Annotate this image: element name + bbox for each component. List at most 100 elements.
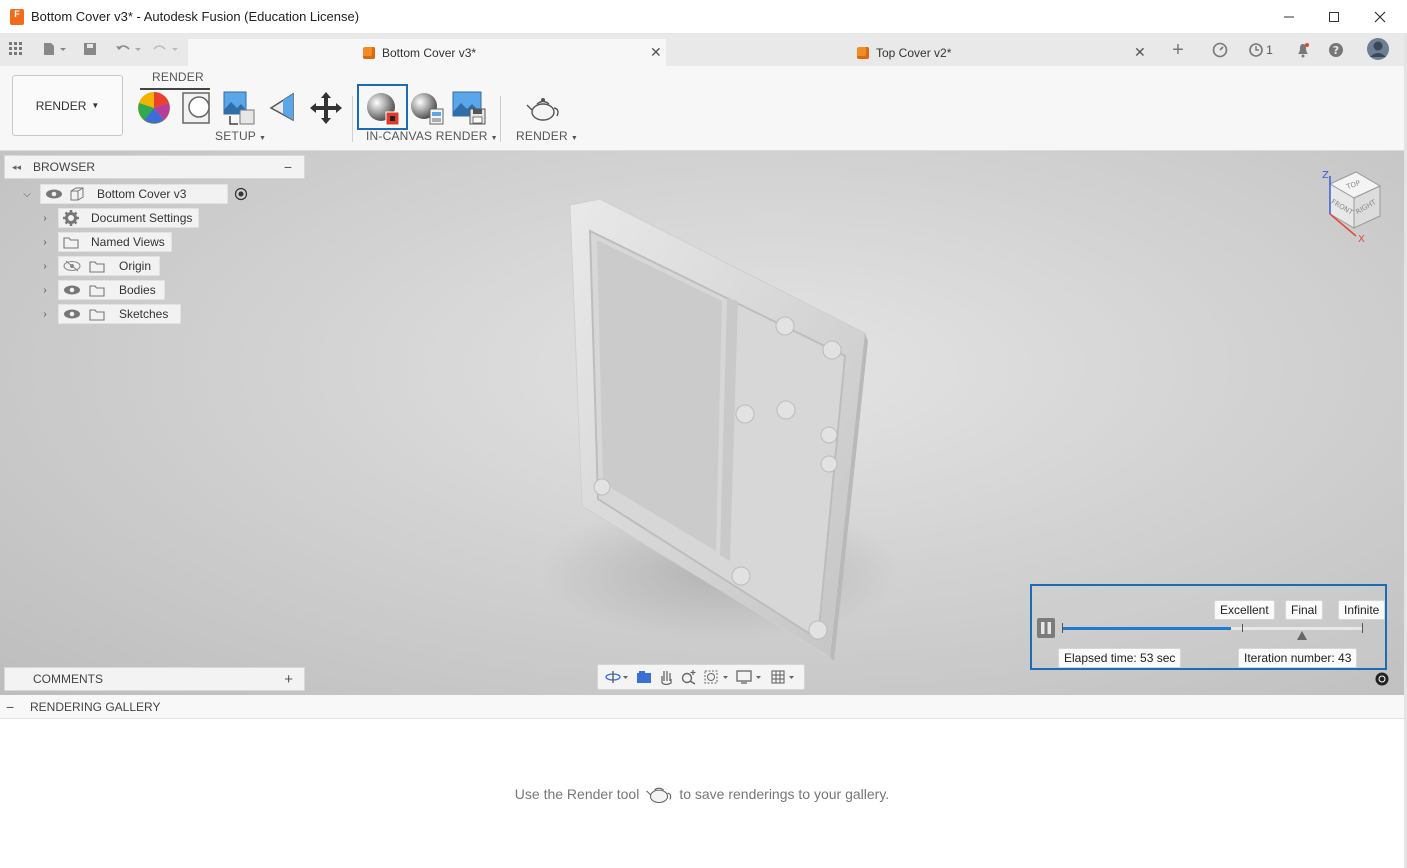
file-menu-button[interactable]	[41, 40, 69, 58]
extensions-button[interactable]	[1211, 41, 1229, 59]
toolbar-separator	[352, 96, 353, 142]
folder-icon	[89, 308, 105, 321]
physical-material-icon[interactable]	[179, 90, 215, 126]
tab-label: Bottom Cover v3*	[382, 46, 477, 60]
in-canvas-render-settings-icon[interactable]	[409, 90, 445, 126]
workspace-switcher[interactable]: RENDER ▼	[12, 75, 123, 136]
quality-marker-excellent: Excellent	[1214, 600, 1275, 620]
quality-marker-infinite: Infinite	[1338, 600, 1386, 620]
browser-root-row[interactable]: ⌵ Bottom Cover v3	[20, 184, 248, 204]
folder-icon	[63, 236, 79, 249]
data-panel-button[interactable]	[8, 40, 24, 58]
gallery-message-before: Use the Render tool	[514, 786, 640, 802]
render-progress-track[interactable]	[1063, 627, 1363, 630]
user-profile-button[interactable]	[1366, 37, 1390, 61]
redo-button[interactable]	[151, 40, 181, 58]
browser-item-sketches[interactable]: › Sketches	[40, 304, 182, 324]
job-status-button[interactable]: 1	[1246, 41, 1276, 59]
close-window-button[interactable]	[1357, 0, 1403, 34]
collapse-browser-icon[interactable]: ◂◂	[12, 162, 21, 173]
comments-panel-header[interactable]: COMMENTS +	[4, 667, 305, 691]
eye-icon[interactable]	[63, 284, 81, 296]
fit-window-icon[interactable]	[704, 669, 730, 685]
add-comment-button[interactable]: +	[284, 671, 293, 688]
save-button[interactable]	[82, 40, 98, 58]
undo-button[interactable]	[114, 40, 144, 58]
appearance-icon[interactable]	[136, 90, 172, 126]
tab-label: Top Cover v2*	[876, 46, 952, 60]
chevron-down-icon[interactable]: ⌵	[22, 189, 32, 200]
plus-icon: +	[1172, 38, 1184, 61]
browser-root-item[interactable]: Bottom Cover v3	[40, 184, 228, 204]
in-canvas-render-button[interactable]	[357, 84, 408, 130]
activate-radio-icon[interactable]	[234, 187, 248, 201]
eye-icon[interactable]	[63, 308, 81, 320]
browser-item-bodies[interactable]: › Bodies	[40, 280, 165, 300]
render-status-icon[interactable]	[1375, 672, 1389, 686]
viewcube[interactable]: TOP FRONT RIGHT Z X	[1318, 166, 1386, 244]
browser-chip[interactable]: Origin	[58, 256, 161, 276]
render-group-label[interactable]: RENDER ▼	[516, 129, 578, 143]
gallery-message-after: to save renderings to your gallery.	[679, 786, 890, 802]
minimize-panel-button[interactable]: −	[284, 159, 292, 175]
toolbar-tab-render[interactable]: RENDER	[152, 70, 204, 84]
browser-title: BROWSER	[33, 160, 96, 174]
job-count: 1	[1266, 43, 1273, 57]
clock-icon	[1212, 42, 1228, 58]
zoom-icon[interactable]	[681, 669, 697, 685]
grid-settings-icon[interactable]	[771, 669, 797, 685]
eye-hidden-icon[interactable]	[63, 260, 81, 272]
final-quality-slider-handle[interactable]	[1296, 630, 1308, 642]
browser-chip[interactable]: Bodies	[58, 280, 165, 300]
workspace-label: RENDER	[35, 98, 87, 113]
new-tab-button[interactable]: +	[1169, 38, 1187, 61]
browser-item-label: Document Settings	[91, 211, 193, 225]
notifications-button[interactable]	[1294, 41, 1312, 59]
display-settings-icon[interactable]	[736, 669, 764, 685]
gear-icon	[63, 210, 79, 226]
gallery-title: RENDERING GALLERY	[30, 699, 161, 714]
pause-render-button[interactable]	[1037, 618, 1055, 638]
chevron-right-icon[interactable]: ›	[40, 261, 50, 272]
axis-x-label: X	[1358, 234, 1365, 244]
tab-bottom-cover[interactable]: Bottom Cover v3* ✕	[188, 39, 666, 66]
browser-item-label: Bodies	[119, 283, 156, 297]
close-tab-button[interactable]: ✕	[1134, 44, 1146, 61]
scene-settings-icon[interactable]	[222, 90, 258, 126]
chevron-right-icon[interactable]: ›	[40, 285, 50, 296]
collapse-gallery-button[interactable]: −	[6, 699, 14, 715]
browser-chip[interactable]: Sketches	[58, 304, 182, 324]
browser-panel-header: ◂◂ BROWSER −	[4, 155, 305, 179]
setup-group-label[interactable]: SETUP ▼	[215, 129, 266, 143]
quality-marker-final: Final	[1285, 600, 1324, 620]
minimize-button[interactable]	[1266, 0, 1312, 34]
browser-item-origin[interactable]: › Origin	[40, 256, 161, 276]
window-title: Bottom Cover v3* - Autodesk Fusion (Educ…	[31, 9, 360, 24]
pan-hand-icon[interactable]	[658, 669, 674, 685]
fusion-app-icon: F	[10, 9, 24, 25]
look-at-icon[interactable]	[636, 670, 652, 684]
browser-item-named-views[interactable]: › Named Views	[40, 232, 172, 252]
close-tab-button[interactable]: ✕	[650, 44, 662, 61]
close-icon	[1374, 11, 1386, 23]
navigation-bar	[597, 664, 805, 690]
capture-image-icon[interactable]	[451, 90, 487, 126]
component-icon	[363, 47, 375, 59]
chevron-right-icon[interactable]: ›	[40, 237, 50, 248]
chevron-right-icon[interactable]: ›	[40, 213, 50, 224]
file-icon	[44, 43, 66, 55]
in-canvas-render-group-label[interactable]: IN-CANVAS RENDER ▼	[366, 129, 498, 143]
chevron-right-icon[interactable]: ›	[40, 309, 50, 320]
browser-chip[interactable]: Document Settings	[58, 208, 200, 228]
render-teapot-icon[interactable]	[525, 90, 561, 126]
browser-item-document-settings[interactable]: › Document Settings	[40, 208, 200, 228]
eye-icon[interactable]	[45, 188, 63, 200]
tab-top-cover[interactable]: Top Cover v2* ✕	[666, 39, 1156, 66]
progress-tick-start	[1062, 623, 1063, 633]
browser-chip[interactable]: Named Views	[58, 232, 172, 252]
orbit-icon[interactable]	[605, 670, 629, 684]
help-button[interactable]: ?	[1327, 41, 1345, 59]
move-icon[interactable]	[308, 90, 344, 126]
texture-map-controls-icon[interactable]	[265, 90, 301, 126]
maximize-button[interactable]	[1311, 0, 1357, 34]
